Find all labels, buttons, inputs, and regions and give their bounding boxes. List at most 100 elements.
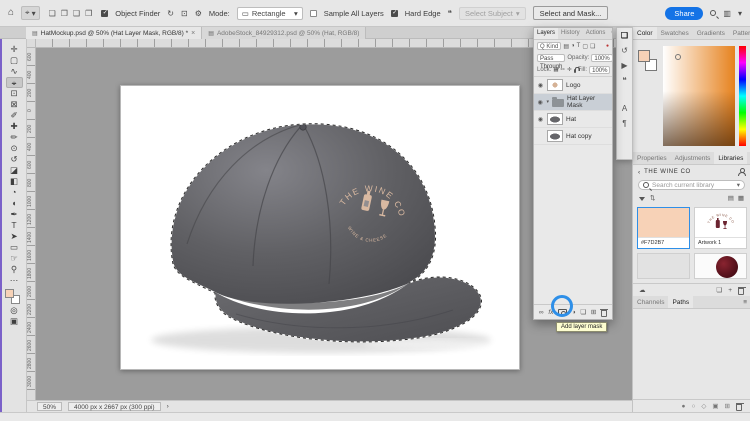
hue-slider[interactable] xyxy=(739,46,746,146)
new-group-icon[interactable]: ❏ xyxy=(580,308,586,316)
filter-shape-layers-icon[interactable]: ▢ xyxy=(582,43,588,50)
filter-type-layers-icon[interactable]: T xyxy=(577,43,581,49)
edit-toolbar[interactable]: ⋯ xyxy=(6,275,23,286)
tab-swatches[interactable]: Swatches xyxy=(657,27,693,39)
new-library-group-icon[interactable]: ❏ xyxy=(716,286,722,294)
workspace-icon[interactable]: ▥ xyxy=(723,9,731,18)
adjustment-layer-icon[interactable]: ◑ xyxy=(572,309,576,316)
object-finder-checkbox[interactable] xyxy=(101,10,108,17)
status-chevron-icon[interactable]: › xyxy=(167,403,169,410)
zoom-level[interactable]: 50% xyxy=(37,402,62,411)
delete-element-icon[interactable] xyxy=(738,288,744,295)
tab-history[interactable]: History xyxy=(558,28,583,39)
move-tool[interactable]: ✛ xyxy=(6,44,23,55)
paragraph-panel-icon[interactable]: ¶ xyxy=(622,120,626,128)
marquee-tool[interactable]: ▢ xyxy=(6,55,23,66)
visibility-eye-icon[interactable]: ◉ xyxy=(537,82,544,89)
lock-move-icon[interactable]: ✛ xyxy=(567,67,572,73)
tab-properties[interactable]: Properties xyxy=(633,152,671,164)
feedback-icon[interactable]: ❝ xyxy=(448,9,452,18)
document-tab-hatmockup[interactable]: ▤ HatMockup.psd @ 50% (Hat Layer Mask, R… xyxy=(26,27,202,39)
lasso-tool[interactable]: ∿ xyxy=(6,66,23,77)
tab-gradients[interactable]: Gradients xyxy=(693,27,729,39)
active-tool-preset[interactable]: ⌖ ▾ xyxy=(21,6,40,20)
library-item-artwork[interactable]: THE WINE CO Artwork 1 xyxy=(694,207,747,249)
filter-funnel-icon[interactable] xyxy=(639,197,645,201)
select-subject-button[interactable]: Select Subject ▾ xyxy=(459,7,526,20)
frame-tool[interactable]: ⊠ xyxy=(6,99,23,110)
layer-thumbnail[interactable] xyxy=(547,130,563,142)
layer-thumbnail[interactable] xyxy=(547,113,563,125)
history-panel-icon[interactable]: ↺ xyxy=(621,47,628,55)
mode-dropdown[interactable]: ▭ Rectangle ▾ xyxy=(237,7,303,20)
tab-layers[interactable]: Layers xyxy=(534,28,558,39)
layer-row-logo[interactable]: ◉ Logo xyxy=(534,77,612,94)
healing-brush-tool[interactable]: ✚ xyxy=(6,121,23,132)
list-view-icon[interactable]: ▤ xyxy=(728,194,734,202)
screen-mode-icon[interactable]: ▣ xyxy=(10,316,18,327)
library-item-gray-swatch[interactable] xyxy=(637,253,690,279)
document-tab-adobestock[interactable]: ▤ AdobeStock_84929312.psd @ 50% (Hat, RG… xyxy=(202,27,366,39)
layer-row-hat-layer-mask[interactable]: ◉ ▾ Hat Layer Mask xyxy=(534,94,612,111)
new-selection-icon[interactable]: ❏ xyxy=(47,8,58,19)
eyedropper-tool[interactable]: ✐ xyxy=(6,110,23,121)
delete-layer-icon[interactable] xyxy=(601,310,607,317)
pen-tool[interactable]: ✒ xyxy=(6,209,23,220)
fill-path-icon[interactable]: ● xyxy=(682,403,686,410)
subtract-selection-icon[interactable]: ❑ xyxy=(71,8,82,19)
eraser-tool[interactable]: ◪ xyxy=(6,165,23,176)
library-search-field[interactable]: Search current library ▾ xyxy=(638,180,745,190)
blend-mode-dropdown[interactable]: Pass Through xyxy=(537,54,565,62)
load-selection-icon[interactable]: ◇ xyxy=(701,402,706,410)
character-panel-icon[interactable]: A xyxy=(622,105,627,113)
cloud-sync-icon[interactable]: ☁ xyxy=(639,286,646,294)
shape-tool[interactable]: ▭ xyxy=(6,242,23,253)
actions-panel-icon[interactable]: ▶ xyxy=(621,62,627,70)
zoom-tool[interactable]: ⚲ xyxy=(6,264,23,275)
tab-patterns[interactable]: Patterns xyxy=(729,27,750,39)
link-layers-icon[interactable]: ∞ xyxy=(539,309,544,316)
select-and-mask-button[interactable]: Select and Mask... xyxy=(533,6,609,20)
share-button[interactable]: Share xyxy=(665,7,703,20)
visibility-eye-icon[interactable]: ◉ xyxy=(537,99,543,106)
close-icon[interactable]: × xyxy=(191,30,195,37)
filter-pixel-layers-icon[interactable]: ▤ xyxy=(563,43,569,50)
intersect-selection-icon[interactable]: ❒ xyxy=(83,8,94,19)
layers-panel-icon[interactable]: ❏ xyxy=(621,32,628,40)
chevron-down-icon[interactable]: ▾ xyxy=(738,9,742,18)
hand-tool[interactable]: ☞ xyxy=(6,253,23,264)
show-all-objects-icon[interactable]: ⊡ xyxy=(181,9,188,18)
sort-icon[interactable]: ⇅ xyxy=(650,194,655,202)
lock-transparency-icon[interactable]: ▦ xyxy=(553,67,558,73)
brush-tool[interactable]: ✏ xyxy=(6,132,23,143)
path-selection-tool[interactable]: ➤ xyxy=(6,231,23,242)
visibility-eye-icon[interactable]: ◉ xyxy=(537,116,544,123)
refresh-icon[interactable]: ↻ xyxy=(167,9,174,18)
canvas-document[interactable]: THE WINE CO WINE & xyxy=(120,85,520,370)
filter-smart-objects-icon[interactable]: ❏ xyxy=(590,43,595,50)
group-folder-icon[interactable] xyxy=(552,99,564,107)
crop-tool[interactable]: ⊡ xyxy=(6,88,23,99)
search-icon[interactable] xyxy=(710,10,716,16)
history-brush-tool[interactable]: ↺ xyxy=(6,154,23,165)
add-selection-icon[interactable]: ❐ xyxy=(59,8,70,19)
color-picker-ring[interactable] xyxy=(675,54,681,60)
new-layer-icon[interactable]: ⊞ xyxy=(591,308,596,316)
invite-person-icon[interactable] xyxy=(737,168,745,176)
grid-view-icon[interactable]: ▦ xyxy=(738,194,744,202)
tab-paths[interactable]: Paths xyxy=(668,296,693,308)
layer-thumbnail[interactable] xyxy=(547,79,563,91)
chevron-down-icon[interactable]: ▾ xyxy=(737,181,740,189)
type-tool[interactable]: T xyxy=(6,220,23,231)
panel-menu-icon[interactable]: ≡ xyxy=(740,296,750,308)
tab-channels[interactable]: Channels xyxy=(633,296,668,308)
tab-comments[interactable]: Comments xyxy=(608,28,612,39)
layer-row-hat[interactable]: ◉ Hat xyxy=(534,111,612,128)
fill-dropdown[interactable]: 100% xyxy=(589,66,610,74)
blur-tool[interactable]: ◔ xyxy=(6,187,23,198)
comments-panel-icon[interactable]: ❝ xyxy=(622,77,626,85)
filter-kind-dropdown[interactable]: Q Kind xyxy=(537,42,561,50)
saturation-brightness-field[interactable] xyxy=(663,46,735,146)
lock-all-icon[interactable] xyxy=(574,69,576,73)
library-item-wine-photo[interactable] xyxy=(694,253,747,279)
